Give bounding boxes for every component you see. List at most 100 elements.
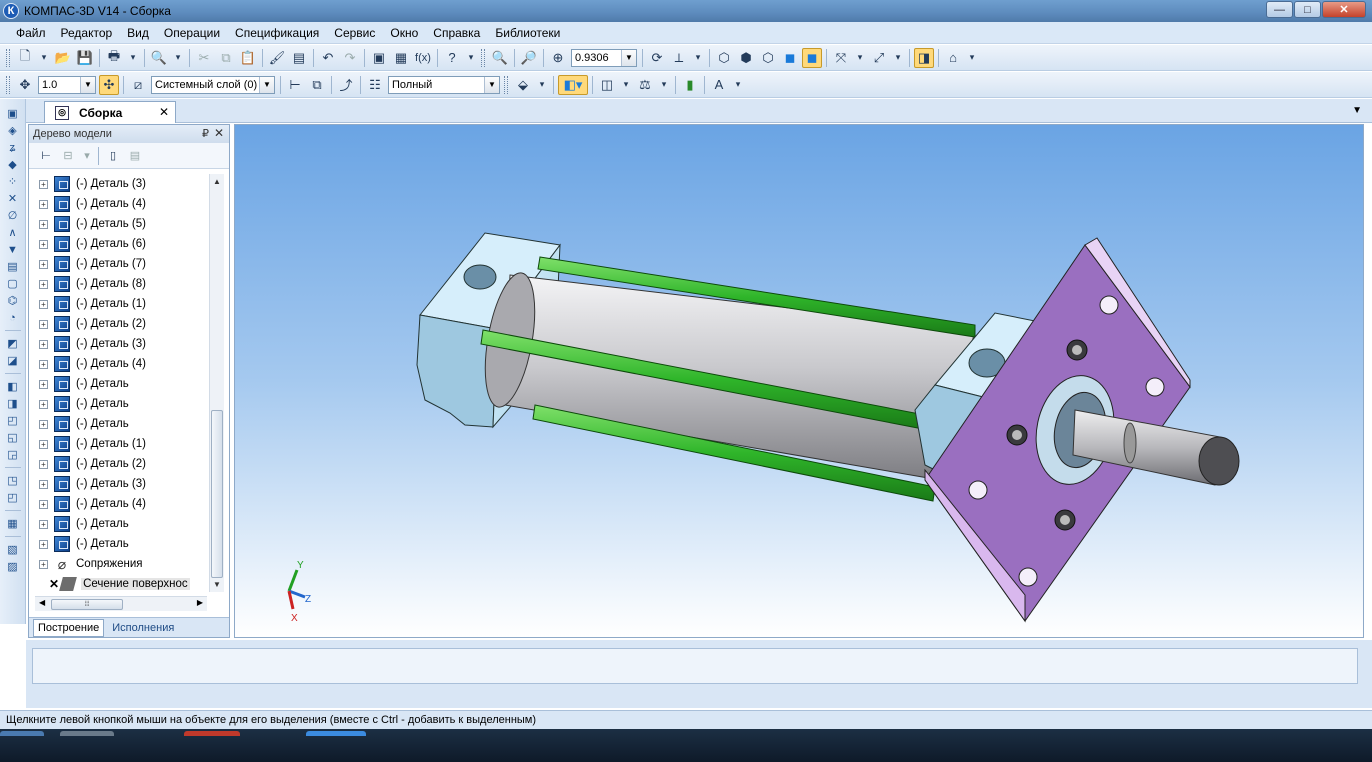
expand-icon[interactable]: + [39, 539, 48, 549]
chevron-down-icon[interactable]: ▾ [731, 75, 745, 95]
open-folder-icon[interactable]: 📂 [53, 48, 73, 68]
scroll-thumb[interactable]: ⦙⦙⦙ [51, 599, 123, 610]
filters-icon[interactable]: ▼ [4, 241, 22, 258]
cut-feature-icon[interactable]: ◨ [4, 395, 22, 412]
chevron-down-icon[interactable]: ▾ [464, 48, 478, 68]
tree-item[interactable]: + (-) Деталь (1) [35, 434, 207, 454]
measure-diagnostics-icon[interactable]: ∧ [4, 224, 22, 241]
tree-item[interactable]: ✕ Сечение поверхнос [35, 574, 207, 594]
menu-help[interactable]: Справка [433, 26, 480, 40]
cursor-step-icon[interactable]: ✥ [15, 75, 35, 95]
thin-hidden-lines-icon[interactable]: ⬡ [758, 48, 778, 68]
scroll-left-icon[interactable]: ◀ [39, 598, 45, 607]
zoom-scale-icon[interactable]: ⊕ [548, 48, 568, 68]
chevron-down-icon[interactable]: ▾ [619, 75, 633, 95]
tree-item[interactable]: + (-) Деталь (6) [35, 234, 207, 254]
layer-select[interactable]: Системный слой (0) ▼ [151, 75, 275, 94]
fragment-icon[interactable]: ▨ [4, 558, 22, 575]
expand-icon[interactable]: + [39, 179, 48, 189]
zoom-window-icon[interactable]: 🔍 [490, 48, 510, 68]
hole-feature-icon[interactable]: ◰ [4, 412, 22, 429]
tree-item[interactable]: + (-) Деталь (2) [35, 314, 207, 334]
tree-item[interactable]: + (-) Деталь [35, 414, 207, 434]
lamp-icon[interactable]: ⌂ [943, 48, 963, 68]
chevron-down-icon[interactable]: ▾ [171, 48, 185, 68]
expand-icon[interactable]: + [39, 439, 48, 449]
rotate-icon[interactable]: ⟳ [647, 48, 667, 68]
mass-properties-icon[interactable]: ▮ [680, 75, 700, 95]
manager-icon[interactable]: ▣ [369, 48, 389, 68]
expand-icon[interactable]: + [39, 319, 48, 329]
preview-icon[interactable]: 🔍 [149, 48, 169, 68]
expand-icon[interactable]: + [39, 419, 48, 429]
taskbar-item[interactable] [306, 731, 366, 736]
toolbar-grip[interactable] [6, 48, 10, 67]
surfaces-icon[interactable]: ◆ [4, 156, 22, 173]
expand-icon[interactable]: + [39, 479, 48, 489]
chevron-down-icon[interactable]: ▼ [259, 76, 274, 93]
model-tree-icon[interactable]: ▦ [4, 515, 22, 532]
expand-icon[interactable]: + [39, 359, 48, 369]
tree-item[interactable]: + (-) Деталь (4) [35, 354, 207, 374]
close-icon[interactable]: ✕ [214, 126, 224, 140]
scroll-up-icon[interactable]: ▲ [210, 174, 224, 189]
tree-item[interactable]: + (-) Деталь [35, 514, 207, 534]
menu-window[interactable]: Окно [390, 26, 418, 40]
tree-item[interactable]: + (-) Деталь (3) [35, 174, 207, 194]
tree-vertical-scrollbar[interactable]: ▲ ▼ [209, 174, 224, 592]
brush-icon[interactable]: 🖌 [267, 48, 287, 68]
menu-service[interactable]: Сервис [334, 26, 375, 40]
tree-item[interactable]: + (-) Деталь (3) [35, 334, 207, 354]
tree-item[interactable]: + (-) Деталь (4) [35, 494, 207, 514]
chevron-down-icon[interactable]: ▼ [621, 49, 636, 66]
start-button[interactable] [0, 731, 44, 736]
tab-versions[interactable]: Исполнения [108, 620, 178, 636]
wireframe-icon[interactable]: ⬡ [714, 48, 734, 68]
scroll-thumb[interactable] [211, 410, 223, 578]
menu-operations[interactable]: Операции [164, 26, 220, 40]
measure-icon[interactable]: ⚖ [635, 75, 655, 95]
orient-axes-icon[interactable]: ⟂ [669, 48, 689, 68]
components-icon[interactable]: ⬙ [513, 75, 533, 95]
scroll-down-icon[interactable]: ▼ [210, 577, 224, 592]
minimize-button[interactable]: — [1266, 1, 1293, 18]
tree-structure-icon[interactable]: ⊢ [36, 146, 56, 166]
shell-icon[interactable]: ◲ [4, 446, 22, 463]
tree-item[interactable]: + (-) Деталь (2) [35, 454, 207, 474]
tree-item[interactable]: + ⌀ Сопряжения [35, 554, 207, 574]
tree-view-icon[interactable]: ⊟ [58, 146, 78, 166]
expand-icon[interactable]: + [39, 199, 48, 209]
chevron-down-icon[interactable]: ▾ [965, 48, 979, 68]
mode-select[interactable]: Полный ▼ [388, 75, 500, 94]
chevron-down-icon[interactable]: ▾ [80, 146, 94, 166]
expand-icon[interactable]: + [39, 259, 48, 269]
model-viewport[interactable]: Y Z X [234, 124, 1364, 638]
color-icon[interactable]: ◧▾ [558, 74, 588, 95]
separate-window-icon[interactable]: ▤ [125, 146, 145, 166]
tree-item[interactable]: + (-) Деталь (5) [35, 214, 207, 234]
variables-fx-icon[interactable]: f(x) [413, 48, 433, 68]
properties-icon[interactable]: ▤ [289, 48, 309, 68]
zoom-scale-field[interactable]: 0.9306 ▼ [571, 48, 637, 67]
arrays-icon[interactable]: ⁘ [4, 173, 22, 190]
expand-icon[interactable]: + [39, 239, 48, 249]
maximize-button[interactable]: □ [1294, 1, 1321, 18]
tree-horizontal-scrollbar[interactable]: ◀ ⦙⦙⦙ ▶ [35, 596, 207, 611]
cylinder-assembly-model[interactable]: Y Z X [235, 125, 1364, 638]
halftone-edges-icon[interactable]: ◼ [802, 47, 822, 68]
designations-icon[interactable]: ⌬ [4, 292, 22, 309]
macro-icon[interactable]: ◩ [4, 335, 22, 352]
taskbar-item[interactable] [184, 731, 240, 736]
drawing-icon[interactable]: ▧ [4, 541, 22, 558]
chevron-down-icon[interactable]: ▾ [126, 48, 140, 68]
close-button[interactable]: ✕ [1322, 1, 1366, 18]
expand-icon[interactable]: + [39, 459, 48, 469]
auxiliary-geometry-icon[interactable]: ✕ [4, 190, 22, 207]
kompas-app-icon[interactable]: К [3, 3, 19, 19]
local-cs-icon[interactable]: ⊢ [285, 75, 305, 95]
chevron-down-icon[interactable]: ▼ [80, 76, 95, 93]
scroll-right-icon[interactable]: ▶ [197, 598, 203, 607]
chevron-down-icon[interactable]: ▾ [535, 75, 549, 95]
tree-item[interactable]: + (-) Деталь (1) [35, 294, 207, 314]
menu-file[interactable]: Файл [16, 26, 46, 40]
